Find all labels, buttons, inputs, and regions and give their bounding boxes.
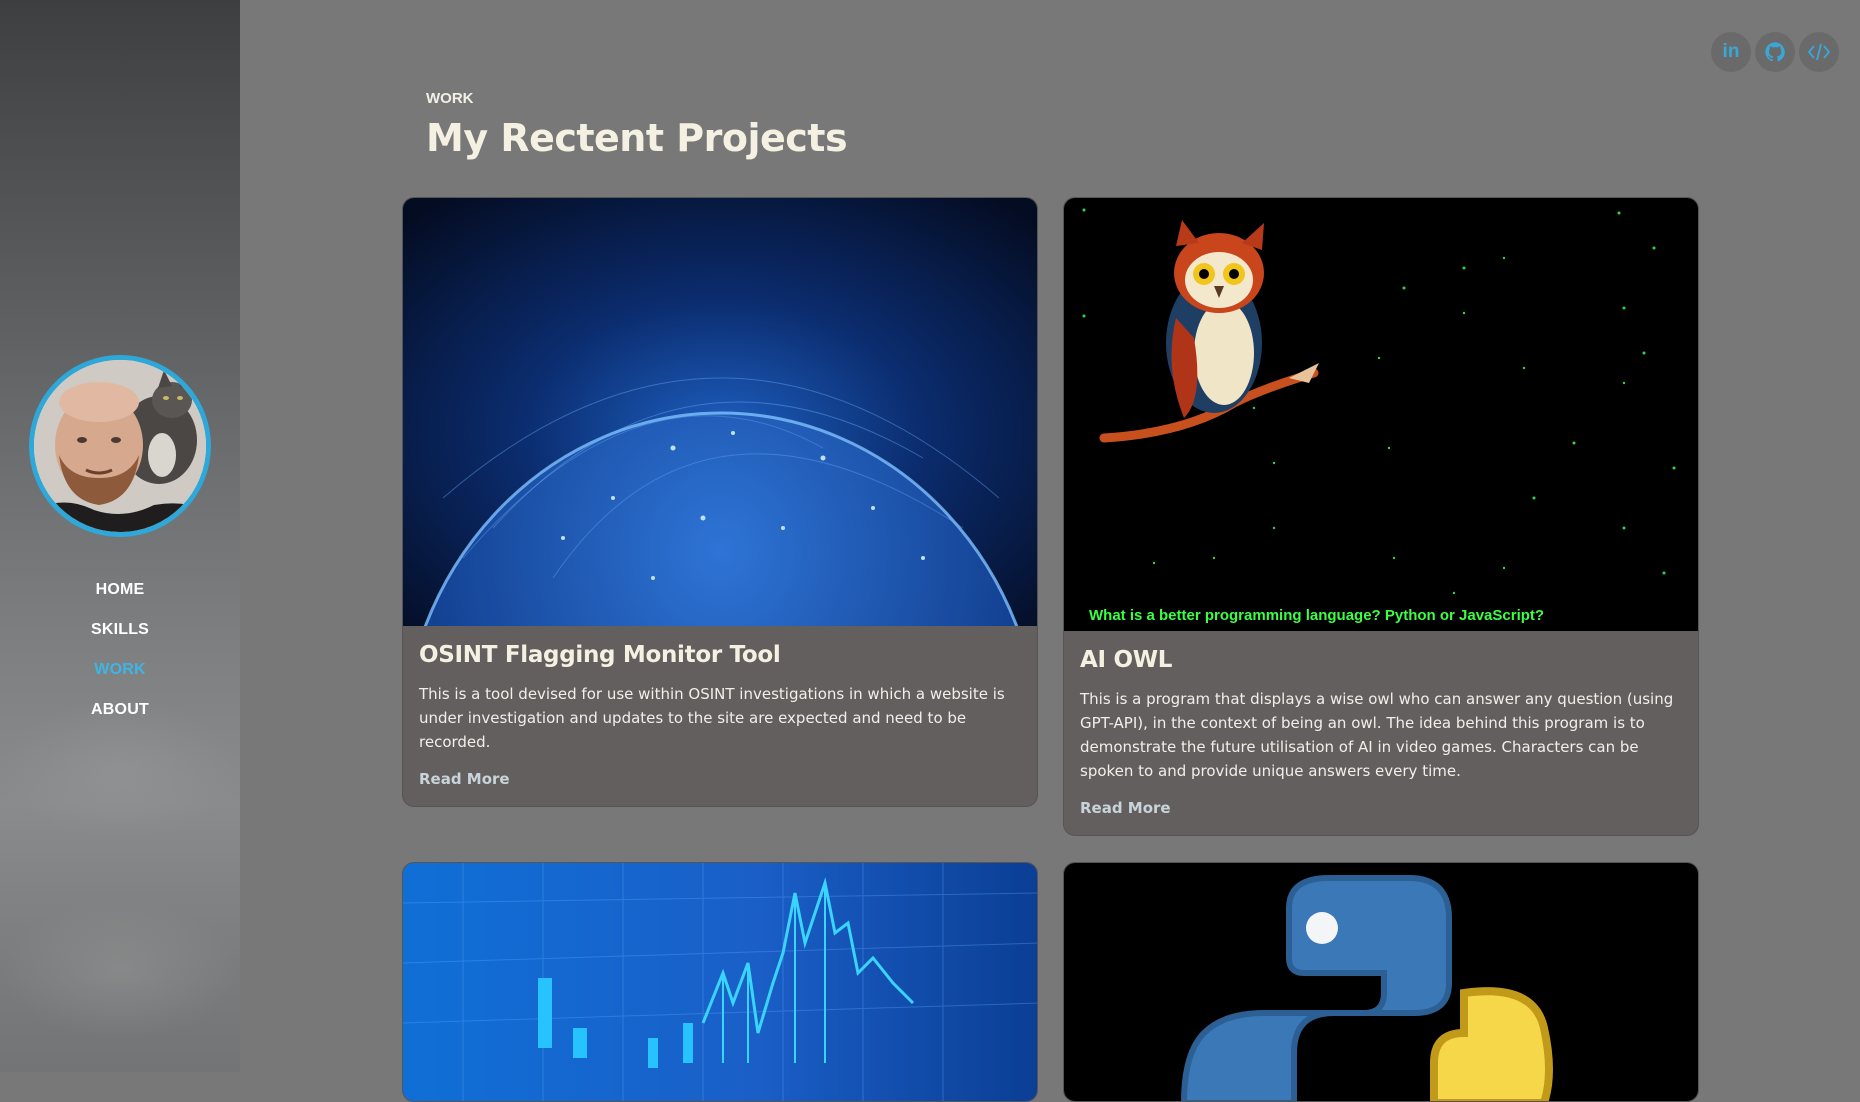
project-title: OSINT Flagging Monitor Tool (419, 642, 781, 668)
project-title: AI OWL (1080, 647, 1173, 673)
project-card: OSINT Flagging Monitor Tool This is a to… (402, 197, 1038, 807)
sidebar-mist (0, 900, 240, 1040)
social-links: in (1711, 32, 1839, 72)
avatar (29, 355, 211, 537)
nav-skills[interactable]: SKILLS (0, 610, 240, 650)
nav-about[interactable]: ABOUT (0, 690, 240, 730)
stock-chart-image (403, 863, 1037, 1101)
globe-network-image (403, 198, 1037, 626)
main-nav: HOME SKILLS WORK ABOUT (0, 570, 240, 730)
github-button[interactable] (1755, 32, 1795, 72)
linkedin-icon: in (1722, 41, 1740, 62)
nav-work[interactable]: WORK (0, 650, 240, 690)
read-more-link[interactable]: Read More (1080, 799, 1171, 817)
read-more-link[interactable]: Read More (419, 770, 510, 788)
project-card: What is a better programming language? P… (1063, 197, 1699, 836)
project-description: This is a program that displays a wise o… (1080, 690, 1674, 780)
section-label: WORK (426, 90, 474, 107)
project-card (1063, 862, 1699, 1102)
github-icon (1765, 42, 1785, 62)
python-logo-image (1064, 863, 1698, 1101)
project-description: This is a tool devised for use within OS… (419, 685, 1005, 751)
code-button[interactable] (1799, 32, 1839, 72)
owl-image-caption: What is a better programming language? P… (1089, 607, 1544, 624)
owl-image: What is a better programming language? P… (1064, 198, 1698, 631)
nav-home[interactable]: HOME (0, 570, 240, 610)
sidebar: HOME SKILLS WORK ABOUT (0, 0, 240, 1072)
linkedin-button[interactable]: in (1711, 32, 1751, 72)
code-icon (1807, 43, 1831, 61)
page-title: My Rectent Projects (426, 116, 848, 160)
project-card (402, 862, 1038, 1102)
